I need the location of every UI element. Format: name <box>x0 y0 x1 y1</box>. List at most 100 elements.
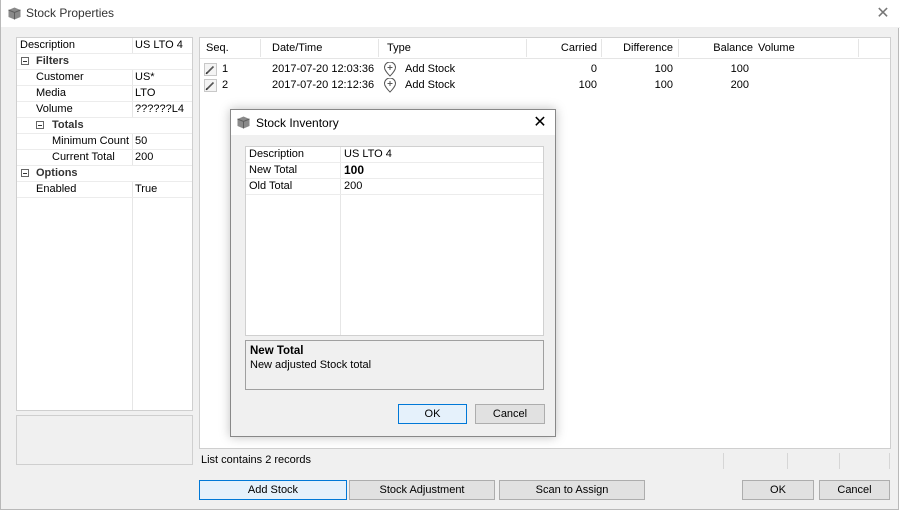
property-value[interactable]: 50 <box>135 135 147 147</box>
property-name: Old Total <box>249 180 293 192</box>
column-header-datetime[interactable]: Date/Time <box>272 42 322 54</box>
dialog-row-description[interactable]: Description US LTO 4 <box>246 147 543 163</box>
column-header-difference[interactable]: Difference <box>605 42 673 54</box>
table-row[interactable]: 1 2017-07-20 12:03:36 Add Stock 0 100 10… <box>200 61 890 79</box>
property-name: Minimum Count <box>52 135 130 147</box>
column-divider <box>132 38 133 53</box>
column-divider <box>132 86 133 101</box>
column-header-seq[interactable]: Seq. <box>206 42 229 54</box>
property-name: Customer <box>36 71 84 83</box>
column-divider <box>132 70 133 85</box>
property-value[interactable]: US LTO 4 <box>135 39 183 51</box>
status-text: List contains 2 records <box>201 454 312 466</box>
cell-datetime: 2017-07-20 12:03:36 <box>272 63 375 75</box>
property-value[interactable]: ??????L4 <box>135 103 184 115</box>
scan-to-assign-button[interactable]: Scan to Assign <box>499 480 645 500</box>
cell-carried: 0 <box>590 63 597 75</box>
property-row-current-total[interactable]: Current Total 200 <box>17 150 192 166</box>
property-row-customer[interactable]: Customer US* <box>17 70 192 86</box>
collapse-icon[interactable] <box>36 121 44 129</box>
dialog-row-old-total[interactable]: Old Total 200 <box>246 179 543 195</box>
dialog-title-bar: Stock Inventory ✕ <box>231 110 555 135</box>
cell-type: Add Stock <box>405 79 456 91</box>
category-label: Totals <box>52 119 84 131</box>
column-header-balance[interactable]: Balance <box>682 42 753 54</box>
property-help-panel <box>16 415 193 465</box>
column-separator[interactable] <box>858 39 859 57</box>
property-value[interactable]: 200 <box>135 151 153 163</box>
dialog-property-grid[interactable]: Description US LTO 4 New Total 100 Old T… <box>245 146 544 336</box>
dialog-row-new-total[interactable]: New Total 100 <box>246 163 543 179</box>
stock-adjustment-button[interactable]: Stock Adjustment <box>349 480 495 500</box>
dialog-ok-button[interactable]: OK <box>398 404 467 424</box>
property-grid[interactable]: Description US LTO 4 Filters Customer US… <box>16 37 193 411</box>
cell-seq: 2 <box>222 79 229 91</box>
column-header-volume[interactable]: Volume <box>758 42 795 54</box>
category-options[interactable]: Options <box>17 166 192 182</box>
status-separator <box>889 453 890 469</box>
window-title: Stock Properties <box>26 6 115 20</box>
dialog-title: Stock Inventory <box>256 116 339 130</box>
column-separator[interactable] <box>378 39 379 57</box>
new-total-input[interactable]: 100 <box>344 163 364 177</box>
column-divider <box>132 102 133 117</box>
column-header-carried[interactable]: Carried <box>530 42 597 54</box>
property-name: Media <box>36 87 66 99</box>
category-label: Options <box>36 167 78 179</box>
column-separator[interactable] <box>601 39 602 57</box>
collapse-icon[interactable] <box>21 169 29 177</box>
property-name: Description <box>249 148 305 160</box>
column-separator[interactable] <box>526 39 527 57</box>
property-name: Current Total <box>52 151 115 163</box>
column-separator[interactable] <box>260 39 261 57</box>
property-row-description[interactable]: Description US LTO 4 <box>17 38 192 54</box>
cell-seq: 1 <box>222 63 229 75</box>
cell-balance: 200 <box>730 79 749 91</box>
property-value[interactable]: LTO <box>135 87 155 99</box>
column-divider <box>132 198 133 410</box>
property-value[interactable]: US* <box>135 71 155 83</box>
dialog-cancel-button[interactable]: Cancel <box>475 404 545 424</box>
box-icon <box>8 7 21 23</box>
column-divider <box>132 150 133 165</box>
status-separator <box>787 453 788 469</box>
property-value[interactable]: 200 <box>344 180 362 192</box>
column-separator[interactable] <box>678 39 679 57</box>
category-label: Filters <box>36 55 70 67</box>
ok-button[interactable]: OK <box>742 480 814 500</box>
column-header-type[interactable]: Type <box>387 42 411 54</box>
category-filters[interactable]: Filters <box>17 54 192 70</box>
property-name: Enabled <box>36 183 77 195</box>
property-name: Description <box>20 39 76 51</box>
property-row-volume[interactable]: Volume ??????L4 <box>17 102 192 118</box>
cell-datetime: 2017-07-20 12:12:36 <box>272 79 375 91</box>
cell-carried: 100 <box>578 79 597 91</box>
property-value[interactable]: US LTO 4 <box>344 148 392 160</box>
dialog-help-panel: New Total New adjusted Stock total <box>245 340 544 390</box>
property-row-enabled[interactable]: Enabled True <box>17 182 192 198</box>
collapse-icon[interactable] <box>21 57 29 65</box>
table-row[interactable]: 2 2017-07-20 12:12:36 Add Stock 100 100 … <box>200 77 890 96</box>
pencil-icon <box>204 79 217 95</box>
status-separator <box>723 453 724 469</box>
stock-inventory-dialog: Stock Inventory ✕ Description US LTO 4 N… <box>230 109 556 437</box>
property-value[interactable]: True <box>135 183 157 195</box>
cell-difference: 100 <box>654 79 673 91</box>
column-divider <box>132 134 133 149</box>
close-icon[interactable]: ✕ <box>525 110 555 135</box>
help-title: New Total <box>250 345 304 357</box>
help-description: New adjusted Stock total <box>250 359 372 371</box>
cell-difference: 100 <box>654 63 673 75</box>
add-stock-button[interactable]: Add Stock <box>199 480 347 500</box>
property-row-minimum-count[interactable]: Minimum Count 50 <box>17 134 192 150</box>
close-icon[interactable]: ✕ <box>866 0 900 27</box>
cancel-button[interactable]: Cancel <box>819 480 890 500</box>
column-divider <box>132 182 133 197</box>
property-name: New Total <box>249 164 298 176</box>
property-row-media[interactable]: Media LTO <box>17 86 192 102</box>
add-stock-icon <box>383 77 397 96</box>
pencil-icon <box>204 63 217 79</box>
category-totals[interactable]: Totals <box>17 118 192 134</box>
cell-balance: 100 <box>730 63 749 75</box>
box-icon <box>237 116 250 132</box>
